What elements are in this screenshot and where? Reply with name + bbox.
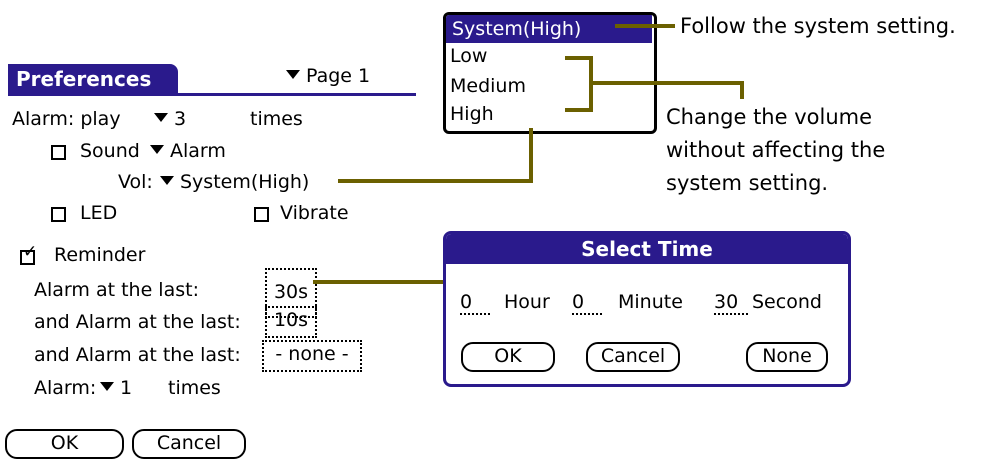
select-time-ok-button[interactable]: OK [461,342,555,372]
reminder-label: Reminder [54,244,146,266]
dropdown-arrow-icon [150,145,164,154]
alarm-play-count: 3 [174,108,187,130]
hour-value[interactable]: 0 [460,291,490,315]
volume-option-medium[interactable]: Medium [450,75,526,97]
hour-label: Hour [504,291,550,313]
alarm-times-count-trigger[interactable]: 1 [100,377,132,399]
volume-option-high[interactable]: High [450,103,494,125]
alarm-row-3-value[interactable]: - none - [262,340,362,372]
volume-option-low[interactable]: Low [450,45,487,67]
vibrate-checkbox[interactable] [254,207,269,222]
checkmark-icon: ✓ [23,242,38,262]
dropdown-arrow-icon [100,382,114,391]
dropdown-arrow-icon [154,113,168,122]
alarm-play-suffix: times [250,108,303,130]
alarm-row-2-label: and Alarm at the last: [34,311,241,333]
select-time-none-button[interactable]: None [746,342,828,372]
vol-value: System(High) [180,171,310,193]
select-time-cancel-button[interactable]: Cancel [586,342,680,372]
vol-label: Vol: [118,171,153,193]
vibrate-label: Vibrate [280,202,349,224]
callout-line-time [313,280,445,284]
preferences-title: Preferences [16,67,152,91]
alarm-play-label: Alarm: play [12,108,121,130]
alarm-row-2-value[interactable]: 10s [265,306,317,338]
callout-line-follow [615,24,675,28]
minute-value[interactable]: 0 [572,291,602,315]
volume-popup: System(High) Low Medium High [443,12,657,134]
sound-checkbox[interactable] [51,145,66,160]
alarm-play-count-trigger[interactable]: 3 [154,108,186,130]
annotation-follow: Follow the system setting. [680,14,956,38]
sound-value: Alarm [170,140,226,162]
ok-button[interactable]: OK [5,429,124,459]
callout-line-change-down [740,81,744,99]
alarm-row-1-label: Alarm at the last: [34,279,199,301]
select-time-dialog: Select Time 0 Hour 0 Minute 30 Second OK… [443,231,851,387]
alarm-times-count: 1 [120,377,133,399]
reminder-checkbox[interactable]: ✓ [20,244,37,265]
led-checkbox[interactable] [51,207,66,222]
minute-label: Minute [618,291,683,313]
led-label: LED [80,202,118,224]
sound-label: Sound [80,140,140,162]
vol-selector[interactable]: System(High) [160,171,309,193]
title-underline [8,93,416,96]
dropdown-arrow-icon [286,70,300,79]
page-label: Page 1 [306,65,371,87]
alarm-times-label: Alarm: [34,377,97,399]
annotation-change-3: system setting. [666,171,829,195]
callout-bracket-bottom [565,108,593,112]
callout-line-change [589,81,744,85]
annotation-change-1: Change the volume [666,105,873,129]
callout-line-vol-down [529,128,533,182]
volume-option-system-high[interactable]: System(High) [446,15,652,43]
alarm-row-3-label: and Alarm at the last: [34,344,241,366]
second-value[interactable]: 30 [714,291,748,315]
alarm-times-suffix: times [168,377,221,399]
callout-line-vol-left [338,179,533,183]
cancel-button[interactable]: Cancel [132,429,246,459]
second-label: Second [752,291,822,313]
dropdown-arrow-icon [160,176,174,185]
annotation-change-2: without affecting the [666,138,886,162]
sound-selector[interactable]: Alarm [150,140,226,162]
page-selector[interactable]: Page 1 [286,65,370,87]
select-time-title: Select Time [581,237,713,261]
